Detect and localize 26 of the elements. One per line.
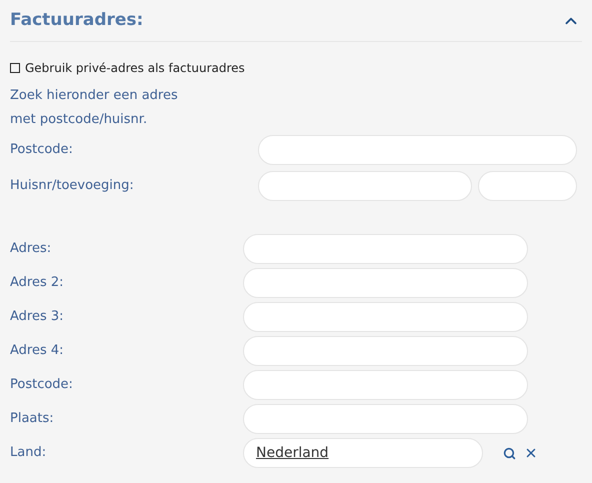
input-field[interactable] [258,171,472,201]
input-field[interactable] [243,370,528,400]
input-field[interactable] [478,171,577,201]
checkbox-label: Gebruik privé-adres als factuuradres [25,60,245,77]
country-field[interactable]: Nederland [243,438,483,468]
field-label: Adres 2: [10,274,65,292]
input-field[interactable] [243,268,528,298]
input-field[interactable] [243,404,528,434]
section-title: Factuuradres: [10,8,144,32]
hint-text: met postcode/huisnr. [10,111,148,129]
input-field[interactable] [243,302,528,332]
field-label: Adres 3: [10,308,65,326]
search-icon[interactable] [503,446,516,460]
field-label: Adres 4: [10,342,65,360]
input-field[interactable] [258,135,577,165]
checkbox[interactable] [10,63,20,73]
field-label: Postcode: [10,376,74,394]
field-label: Land: [10,444,48,462]
field-label: Adres: [10,240,52,258]
hint-text: Zoek hieronder een adres [10,87,179,105]
field-label: Huisnr/toevoeging: [10,177,135,196]
input-field[interactable] [243,336,528,366]
close-icon[interactable] [524,446,538,460]
field-label: Postcode: [10,141,74,160]
field-label: Plaats: [10,410,55,428]
input-field[interactable] [243,234,528,264]
